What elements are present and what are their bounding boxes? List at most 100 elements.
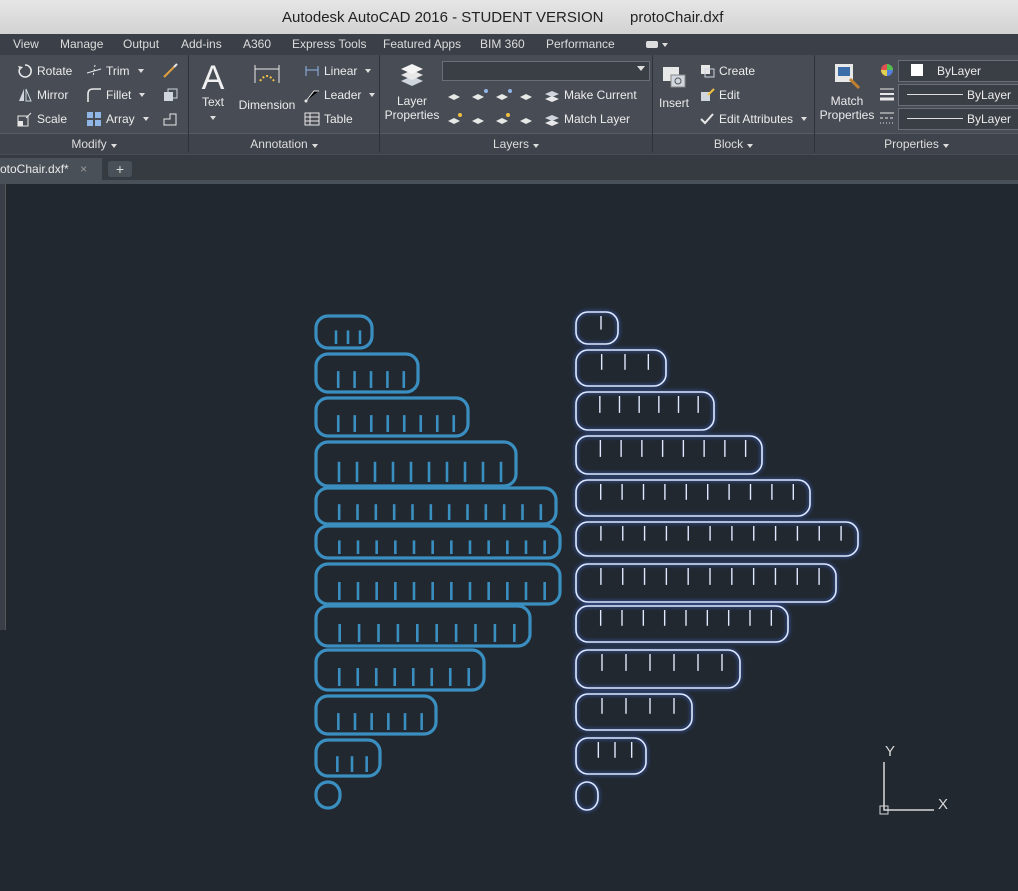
- trim-button[interactable]: Trim: [86, 63, 144, 79]
- drawing-svg[interactable]: Y X: [0, 184, 1018, 888]
- chair-rib-profile[interactable]: [314, 694, 438, 736]
- layer-tools-icons-row-2[interactable]: [446, 111, 540, 127]
- chair-rib-profile[interactable]: [575, 435, 763, 475]
- lineweight-select[interactable]: ByLayer: [898, 84, 1018, 106]
- array-dropdown-icon[interactable]: [142, 117, 149, 121]
- match-properties-button[interactable]: Match Properties: [818, 61, 876, 122]
- layer-properties-label-1: Layer: [396, 94, 428, 108]
- leader-dropdown-icon[interactable]: [369, 93, 376, 97]
- tab-express-tools[interactable]: Express Tools: [292, 37, 366, 51]
- chair-rib-profile[interactable]: [575, 349, 667, 387]
- edit-attributes-button[interactable]: Edit Attributes: [699, 111, 808, 127]
- linear-label: Linear: [324, 64, 358, 78]
- chair-rib-profile[interactable]: [314, 486, 558, 526]
- match-layer-button[interactable]: Match Layer: [544, 111, 630, 127]
- text-dropdown-icon[interactable]: [210, 116, 216, 120]
- chair-rib-profile[interactable]: [314, 780, 342, 810]
- new-tab-button[interactable]: +: [108, 161, 132, 177]
- create-block-icon: [701, 65, 715, 78]
- rotate-icon: [18, 64, 32, 78]
- document-tab[interactable]: otoChair.dxf* ×: [0, 158, 102, 180]
- insert-button[interactable]: Insert: [656, 63, 692, 110]
- chair-rib-profile[interactable]: [575, 737, 647, 775]
- layer-properties-icon: [401, 64, 423, 86]
- leader-button[interactable]: Leader: [304, 87, 376, 103]
- chair-rib-profile[interactable]: [314, 562, 562, 606]
- chair-rib-profile[interactable]: [314, 440, 518, 488]
- text-icon: A: [201, 59, 225, 97]
- chair-rib-profile[interactable]: [575, 521, 859, 557]
- dimension-icon: [254, 65, 280, 83]
- layers-panel-title[interactable]: Layers: [380, 133, 652, 154]
- chair-rib-profile[interactable]: [314, 648, 486, 692]
- chair-rib-profile[interactable]: [314, 314, 374, 350]
- layer-tool-row-2: [446, 111, 540, 127]
- array-label: Array: [106, 112, 135, 126]
- array-button[interactable]: Array: [86, 111, 149, 127]
- table-button[interactable]: Table: [304, 111, 353, 127]
- layer-tools-icons-row-1[interactable]: [446, 87, 540, 103]
- chair-rib-profile[interactable]: [575, 781, 599, 811]
- stretch-button[interactable]: [162, 111, 178, 127]
- drawing-canvas[interactable]: Y X: [0, 184, 1018, 888]
- linear-dropdown-icon[interactable]: [365, 69, 372, 73]
- linear-button[interactable]: Linear: [304, 63, 372, 79]
- ribbon-toggle-icon[interactable]: [646, 39, 668, 53]
- table-label: Table: [324, 112, 353, 126]
- tab-add-ins[interactable]: Add-ins: [181, 37, 222, 51]
- layer-properties-button[interactable]: Layer Properties: [384, 61, 440, 122]
- annotation-panel-title[interactable]: Annotation: [189, 133, 379, 154]
- mirror-button[interactable]: Mirror: [17, 87, 68, 103]
- trim-dropdown-icon[interactable]: [137, 69, 144, 73]
- create-block-button[interactable]: Create: [699, 63, 755, 79]
- layer-properties-label-2: Properties: [384, 108, 440, 122]
- tab-bim-360[interactable]: BIM 360: [480, 37, 525, 51]
- scale-button[interactable]: Scale: [17, 111, 67, 127]
- properties-panel-title[interactable]: Properties: [815, 133, 1018, 154]
- table-icon: [304, 112, 320, 126]
- tab-output[interactable]: Output: [123, 37, 159, 51]
- tab-performance[interactable]: Performance: [546, 37, 615, 51]
- chair-rib-profile[interactable]: [575, 605, 789, 643]
- tab-manage[interactable]: Manage: [60, 37, 103, 51]
- match-properties-label-2: Properties: [819, 108, 875, 122]
- object-color-select[interactable]: ByLayer: [898, 60, 1018, 82]
- edit-attributes-dropdown-icon[interactable]: [801, 117, 808, 121]
- modify-panel-title[interactable]: Modify: [0, 133, 188, 154]
- title-bar: Autodesk AutoCAD 2016 - STUDENT VERSION …: [0, 0, 1018, 35]
- edit-label: Edit: [719, 88, 740, 102]
- chair-rib-profile[interactable]: [314, 524, 562, 560]
- chair-rib-profile[interactable]: [575, 391, 715, 431]
- match-properties-icon: [835, 64, 861, 90]
- chair-rib-profile[interactable]: [314, 604, 532, 648]
- linetype-select[interactable]: ByLayer: [898, 108, 1018, 130]
- rotate-button[interactable]: Rotate: [17, 63, 72, 79]
- copy-icon: [164, 88, 178, 101]
- fillet-dropdown-icon[interactable]: [139, 93, 146, 97]
- chair-rib-profile[interactable]: [575, 479, 811, 517]
- text-button[interactable]: A Text: [196, 61, 230, 123]
- match-layer-label: Match Layer: [564, 112, 631, 126]
- chair-rib-profile[interactable]: [575, 311, 619, 345]
- block-panel-title[interactable]: Block: [653, 133, 814, 154]
- copy-button[interactable]: [162, 87, 178, 103]
- erase-button[interactable]: [162, 63, 178, 79]
- object-color-value: ByLayer: [937, 64, 982, 78]
- close-icon[interactable]: ×: [80, 162, 87, 176]
- edit-block-button[interactable]: Edit: [699, 87, 740, 103]
- make-current-button[interactable]: Make Current: [544, 87, 637, 103]
- tab-a360[interactable]: A360: [243, 37, 271, 51]
- tab-view[interactable]: View: [13, 37, 39, 51]
- dimension-label: Dimension: [238, 98, 296, 112]
- linetype-icon: [879, 110, 895, 126]
- chair-rib-profile[interactable]: [314, 738, 382, 778]
- file-name: protoChair.dxf: [630, 9, 724, 26]
- layer-dropdown[interactable]: [442, 61, 650, 81]
- dimension-button[interactable]: Dimension: [236, 61, 298, 112]
- tab-featured-apps[interactable]: Featured Apps: [383, 37, 461, 51]
- array-icon: [87, 112, 101, 126]
- scale-icon: [17, 112, 32, 127]
- stretch-icon: [163, 113, 177, 126]
- fillet-button[interactable]: Fillet: [86, 87, 146, 103]
- chair-rib-profile[interactable]: [575, 649, 741, 689]
